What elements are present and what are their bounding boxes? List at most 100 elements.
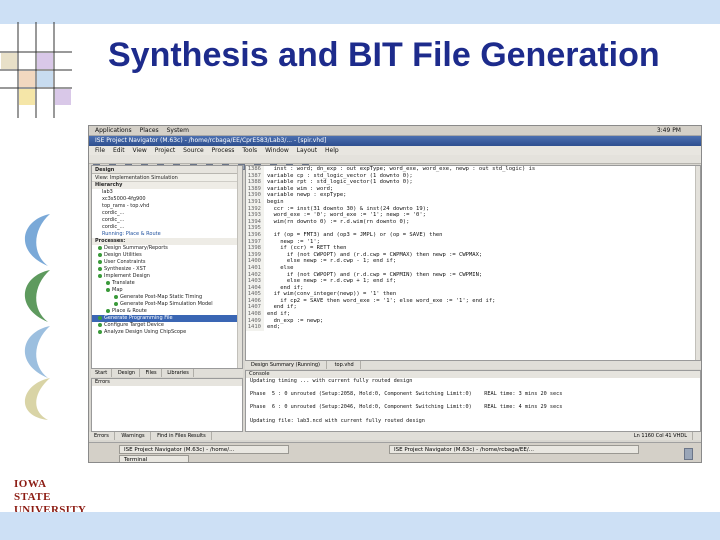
tab-find-results[interactable]: Find in Files Results: [152, 432, 212, 440]
code-line: 1397 newp := '1';: [246, 238, 700, 246]
hierarchy-header: Hierarchy: [92, 182, 242, 189]
panel-system[interactable]: System: [167, 126, 189, 136]
code-text: end if;: [267, 311, 291, 318]
tab-start[interactable]: Start: [91, 369, 113, 377]
code-text: variable rpt : std_logic_vector(1 downto…: [267, 179, 413, 186]
task-ise-1[interactable]: ISE Project Navigator (M.63c) - /home/..…: [119, 445, 289, 454]
process-item[interactable]: Configure Target Device: [92, 322, 242, 329]
code-line: 1409 dn_exp := newp;: [246, 317, 700, 325]
line-number: 1390: [246, 192, 264, 199]
hierarchy-item[interactable]: lab3: [92, 189, 242, 196]
clock: 3:49 PM: [656, 127, 681, 134]
console-line: Updating file: lab3.ncd with current ful…: [250, 417, 425, 424]
tab-design[interactable]: Design: [114, 369, 141, 377]
process-item[interactable]: Translate: [92, 280, 242, 287]
grid-decoration: [0, 22, 72, 118]
process-status-icon: [98, 252, 102, 257]
hierarchy-item[interactable]: xc3s5000-4fg900: [92, 196, 242, 203]
line-number: 1388: [246, 179, 264, 186]
code-line: 1395: [246, 225, 700, 232]
process-status-icon: [106, 308, 110, 313]
process-item[interactable]: Place & Route: [92, 308, 242, 315]
line-number: 1389: [246, 185, 264, 193]
code-text: else newp := r.d.cwp - 1; end if;: [267, 258, 397, 265]
process-item[interactable]: Generate Post-Map Simulation Model: [92, 301, 242, 308]
tab-top-vhd[interactable]: top.vhd: [329, 361, 361, 369]
process-status-icon: [98, 259, 102, 264]
bottom-band: [0, 512, 720, 540]
code-text: word_exe := '0'; word_exe := '1'; newp :…: [267, 212, 426, 219]
process-item[interactable]: User Constraints: [92, 259, 242, 266]
code-line: 1410 end;: [246, 324, 700, 331]
line-number: 1393: [246, 212, 264, 219]
process-item[interactable]: Map: [92, 287, 242, 294]
panel-applications[interactable]: Applications: [95, 126, 132, 136]
editor-tab-bar: Design Summary (Running) top.vhd: [245, 361, 701, 369]
tab-errors[interactable]: Errors: [89, 432, 115, 440]
bottom-tab-bar: Errors Warnings Find in Files Results Ln…: [89, 432, 701, 440]
menu-tools[interactable]: Tools: [242, 147, 257, 154]
code-text: else: [267, 264, 294, 271]
code-editor[interactable]: 1386 inst : word; dn_exp : out expType; …: [245, 165, 701, 361]
line-number: 1392: [246, 205, 264, 213]
code-line: 1400 else newp := r.d.cwp - 1; end if;: [246, 258, 700, 265]
code-text: else newp := r.d.cwp + 1; end if;: [267, 278, 397, 285]
hierarchy-item[interactable]: cordic_...: [92, 210, 242, 217]
process-item[interactable]: Synthesize - XST: [92, 266, 242, 273]
process-item[interactable]: Analyze Design Using ChipScope: [92, 329, 242, 336]
menu-window[interactable]: Window: [265, 147, 289, 154]
menu-file[interactable]: File: [95, 147, 105, 154]
hierarchy-item[interactable]: top_rams - top.vhd: [92, 203, 242, 210]
menu-view[interactable]: View: [133, 147, 147, 154]
cursor-status: Ln 1160 Col 41 VHDL: [629, 432, 693, 440]
code-line: 1406 if cp2 = SAVE then word_exe := '1';…: [246, 297, 700, 305]
hierarchy-scrollbar[interactable]: [237, 166, 242, 368]
desktop-panel: Applications Places System 3:49 PM: [89, 126, 701, 136]
menu-edit[interactable]: Edit: [113, 147, 125, 154]
process-status-icon: [114, 301, 118, 306]
trash-icon[interactable]: [684, 448, 693, 460]
line-number: 1410: [246, 324, 264, 331]
code-line: 1399 if (not CWPOPT) and (r.d.cwp = CWPM…: [246, 251, 700, 259]
process-status-icon: [98, 329, 102, 334]
process-item[interactable]: Implement Design: [92, 273, 242, 280]
code-line: 1386 inst : word; dn_exp : out expType; …: [246, 166, 700, 173]
task-terminal[interactable]: Terminal: [119, 455, 189, 462]
code-text: begin: [267, 198, 284, 205]
design-panel: Design View: Implementation Simulation H…: [91, 165, 243, 369]
panel-places[interactable]: Places: [140, 126, 159, 136]
tab-libraries[interactable]: Libraries: [163, 369, 194, 377]
code-text: end;: [267, 324, 281, 331]
line-number: 1386: [246, 166, 264, 173]
process-item[interactable]: Design Summary/Reports: [92, 245, 242, 252]
running-status: Running: Place & Route: [102, 231, 161, 237]
process-item[interactable]: Design Utilities: [92, 252, 242, 259]
tab-warnings[interactable]: Warnings: [116, 432, 151, 440]
console-line: Phase 6 : 0 unrouted (Setup:2046, Hold:0…: [250, 404, 563, 411]
hierarchy-item[interactable]: cordic_...: [92, 217, 242, 224]
line-number: 1395: [246, 225, 264, 232]
tab-design-summary[interactable]: Design Summary (Running): [245, 361, 327, 369]
code-text: wim(rn downto 0) := r.d.wim(rn downto 0)…: [267, 218, 410, 225]
menu-source[interactable]: Source: [183, 147, 204, 154]
menu-process[interactable]: Process: [212, 147, 235, 154]
code-text: end if;: [267, 284, 304, 291]
process-item-selected[interactable]: Generate Programming File: [92, 315, 242, 322]
code-line: 1404 end if;: [246, 284, 700, 292]
menu-help[interactable]: Help: [325, 147, 339, 154]
code-text: end if;: [267, 304, 297, 311]
console-line: Updating timing ... with current fully r…: [250, 378, 413, 384]
task-ise-2[interactable]: ISE Project Navigator (M.63c) - /home/rc…: [389, 445, 639, 454]
process-item[interactable]: Generate Post-Map Static Timing: [92, 294, 242, 301]
window-titlebar: ISE Project Navigator (M.63c) - /home/rc…: [89, 136, 701, 146]
view-selector[interactable]: View: Implementation Simulation: [92, 174, 242, 182]
process-status-icon: [98, 322, 102, 327]
menu-project[interactable]: Project: [155, 147, 176, 154]
hierarchy-item[interactable]: cordic_...: [92, 224, 242, 231]
editor-scrollbar[interactable]: [695, 166, 700, 360]
tab-files[interactable]: Files: [142, 369, 162, 377]
menu-layout[interactable]: Layout: [297, 147, 317, 154]
process-label: Synthesize - XST: [104, 266, 146, 272]
